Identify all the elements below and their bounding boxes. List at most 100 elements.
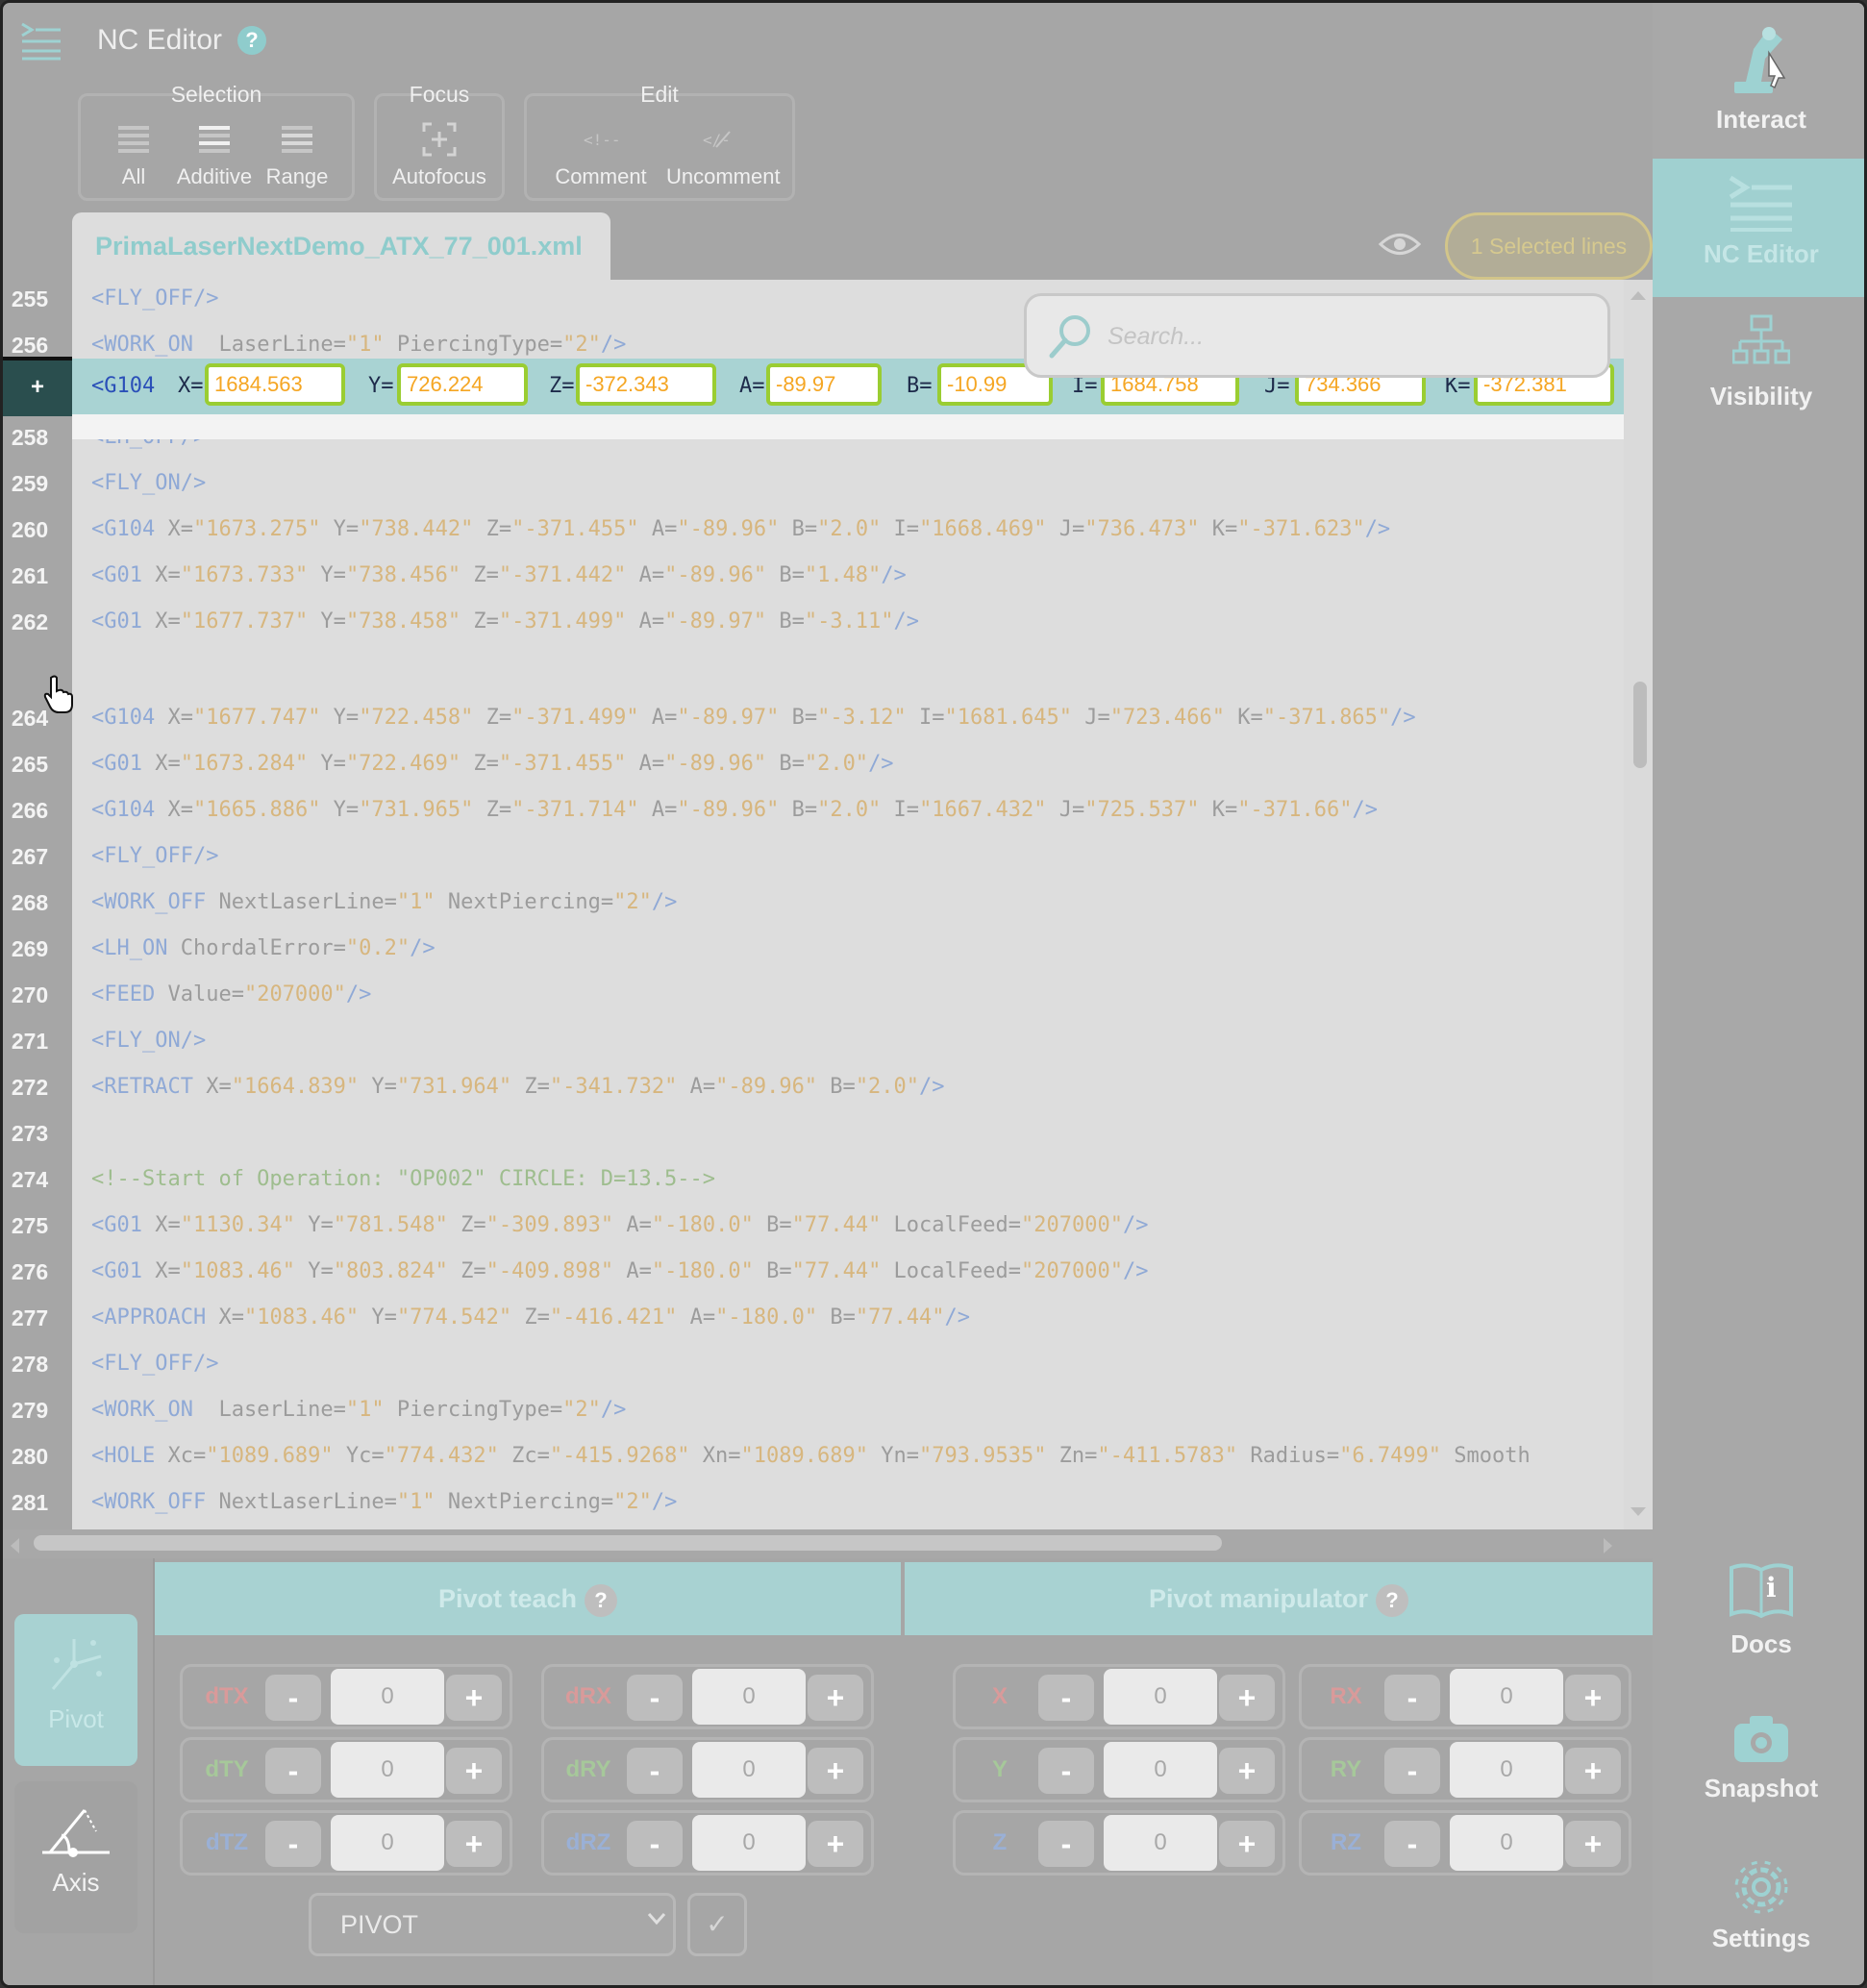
- axis-mode-button[interactable]: Axis: [14, 1781, 137, 1933]
- pivot-teach-help-icon[interactable]: ?: [585, 1583, 618, 1617]
- active-field-input[interactable]: -89.97: [766, 363, 882, 406]
- decrement-button[interactable]: -: [627, 1821, 683, 1867]
- line-number[interactable]: 260: [3, 507, 57, 553]
- help-icon[interactable]: ?: [237, 26, 266, 55]
- line-number[interactable]: 281: [3, 1479, 57, 1526]
- increment-button[interactable]: +: [808, 1821, 863, 1867]
- line-number[interactable]: 275: [3, 1203, 57, 1249]
- line-number[interactable]: 280: [3, 1433, 57, 1479]
- code-line[interactable]: <G01 X="1673.733" Y="738.456" Z="-371.44…: [72, 553, 1624, 599]
- stepper-value-input[interactable]: 0: [1450, 1742, 1563, 1798]
- line-number[interactable]: 274: [3, 1156, 57, 1203]
- decrement-button[interactable]: -: [1038, 1748, 1094, 1794]
- decrement-button[interactable]: -: [265, 1821, 321, 1867]
- line-number[interactable]: 267: [3, 833, 57, 880]
- sidebar-item-snapshot[interactable]: Snapshot: [1653, 1710, 1864, 1835]
- pivot-mode-button[interactable]: Pivot: [14, 1614, 137, 1766]
- code-line[interactable]: <WORK_OFF NextLaserLine="1" NextPiercing…: [72, 1479, 1624, 1526]
- eye-icon[interactable]: [1378, 230, 1422, 259]
- increment-button[interactable]: +: [446, 1675, 502, 1721]
- increment-button[interactable]: +: [1565, 1748, 1621, 1794]
- select-additive-button[interactable]: Additive: [176, 120, 253, 197]
- line-number[interactable]: 255: [3, 276, 57, 322]
- code-line[interactable]: <FLY_OFF/>: [72, 833, 1624, 880]
- decrement-button[interactable]: -: [1384, 1821, 1440, 1867]
- scroll-left-icon[interactable]: [9, 1537, 20, 1554]
- confirm-button[interactable]: ✓: [687, 1893, 747, 1956]
- stepper-value-input[interactable]: 0: [331, 1742, 444, 1798]
- line-number[interactable]: 276: [3, 1249, 57, 1295]
- stepper-value-input[interactable]: 0: [1104, 1669, 1217, 1725]
- sidebar-item-interact[interactable]: Interact: [1653, 20, 1864, 145]
- stepper-value-input[interactable]: 0: [331, 1669, 444, 1725]
- line-number[interactable]: 258: [3, 414, 57, 460]
- increment-button[interactable]: +: [808, 1748, 863, 1794]
- code-line[interactable]: <LH_ON ChordalError="0.2"/>: [72, 926, 1624, 972]
- code-line[interactable]: <HOLE Xc="1089.689" Yc="774.432" Zc="-41…: [72, 1433, 1624, 1479]
- active-field-input[interactable]: -372.343: [576, 363, 716, 406]
- code-line[interactable]: <G01 X="1673.284" Y="722.469" Z="-371.45…: [72, 741, 1624, 787]
- stepper-value-input[interactable]: 0: [692, 1815, 806, 1871]
- decrement-button[interactable]: -: [1384, 1748, 1440, 1794]
- increment-button[interactable]: +: [446, 1748, 502, 1794]
- pivot-select[interactable]: PIVOT: [309, 1893, 676, 1956]
- active-field-input[interactable]: 1684.563: [205, 363, 345, 406]
- vertical-scroll-thumb[interactable]: [1633, 682, 1647, 768]
- decrement-button[interactable]: -: [1384, 1675, 1440, 1721]
- line-number[interactable]: 268: [3, 880, 57, 926]
- code-line[interactable]: <FLY_OFF/>: [72, 1341, 1624, 1387]
- menu-icon[interactable]: [18, 16, 64, 62]
- line-number[interactable]: 259: [3, 460, 57, 507]
- code-line[interactable]: <FLY_ON/>: [72, 460, 1624, 507]
- selected-lines-badge[interactable]: 1 Selected lines: [1445, 212, 1653, 280]
- sidebar-item-docs[interactable]: i Docs: [1653, 1560, 1864, 1685]
- stepper-value-input[interactable]: 0: [331, 1815, 444, 1871]
- uncomment-button[interactable]: </- Uncomment: [666, 120, 781, 197]
- scroll-right-icon[interactable]: [1603, 1537, 1614, 1554]
- increment-button[interactable]: +: [1565, 1675, 1621, 1721]
- code-line[interactable]: <RETRACT X="1664.839" Y="731.964" Z="-34…: [72, 1064, 1624, 1110]
- decrement-button[interactable]: -: [265, 1675, 321, 1721]
- decrement-button[interactable]: -: [1038, 1675, 1094, 1721]
- code-line[interactable]: <G01 X="1677.737" Y="738.458" Z="-371.49…: [72, 599, 1624, 645]
- code-line[interactable]: <G104 X="1665.886" Y="731.965" Z="-371.7…: [72, 787, 1624, 833]
- scroll-up-icon[interactable]: [1630, 289, 1647, 301]
- sidebar-item-visibility[interactable]: Visibility: [1653, 312, 1864, 437]
- decrement-button[interactable]: -: [627, 1748, 683, 1794]
- line-number[interactable]: 261: [3, 553, 57, 599]
- increment-button[interactable]: +: [808, 1675, 863, 1721]
- decrement-button[interactable]: -: [1038, 1821, 1094, 1867]
- line-number[interactable]: 273: [3, 1110, 57, 1156]
- sidebar-item-settings[interactable]: Settings: [1653, 1858, 1864, 1983]
- active-line-marker[interactable]: +: [3, 357, 72, 416]
- horizontal-scroll-thumb[interactable]: [34, 1535, 1222, 1551]
- code-line[interactable]: <G104 X="1673.275" Y="738.442" Z="-371.4…: [72, 507, 1624, 553]
- stepper-value-input[interactable]: 0: [692, 1742, 806, 1798]
- decrement-button[interactable]: -: [627, 1675, 683, 1721]
- stepper-value-input[interactable]: 0: [692, 1669, 806, 1725]
- code-line[interactable]: <APPROACH X="1083.46" Y="774.542" Z="-41…: [72, 1295, 1624, 1341]
- line-number[interactable]: 278: [3, 1341, 57, 1387]
- search-icon[interactable]: [1046, 311, 1096, 361]
- code-line[interactable]: <WORK_ON LaserLine="1" PiercingType="2"/…: [72, 1387, 1624, 1433]
- scroll-down-icon[interactable]: [1630, 1506, 1647, 1518]
- autofocus-button[interactable]: Autofocus: [391, 120, 487, 197]
- vertical-scrollbar[interactable]: [1624, 280, 1653, 1529]
- code-line[interactable]: <G01 X="1130.34" Y="781.548" Z="-309.893…: [72, 1203, 1624, 1249]
- stepper-value-input[interactable]: 0: [1450, 1669, 1563, 1725]
- sidebar-item-nc-editor[interactable]: NC Editor: [1653, 159, 1864, 297]
- comment-button[interactable]: <!-- Comment: [551, 120, 651, 197]
- line-number[interactable]: 271: [3, 1018, 57, 1064]
- line-number[interactable]: 262: [3, 599, 57, 645]
- code-line[interactable]: <FLY_ON/>: [72, 1018, 1624, 1064]
- file-tab[interactable]: PrimaLaserNextDemo_ATX_77_001.xml: [72, 212, 610, 280]
- code-line[interactable]: <FEED Value="207000"/>: [72, 972, 1624, 1018]
- line-number[interactable]: 270: [3, 972, 57, 1018]
- line-number[interactable]: 266: [3, 787, 57, 833]
- search-input[interactable]: [1108, 317, 1569, 356]
- increment-button[interactable]: +: [1219, 1748, 1275, 1794]
- code-line[interactable]: <G01 X="1083.46" Y="803.824" Z="-409.898…: [72, 1249, 1624, 1295]
- code-area[interactable]: <FLY_OFF/> <WORK_ON LaserLine="1" Piercin…: [72, 280, 1624, 1529]
- active-field-input[interactable]: 726.224: [397, 363, 528, 406]
- stepper-value-input[interactable]: 0: [1450, 1815, 1563, 1871]
